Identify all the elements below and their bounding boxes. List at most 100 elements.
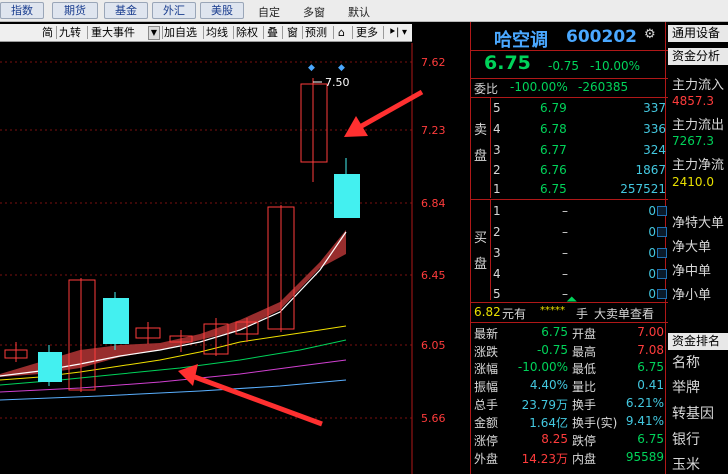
net-item: 净中单 [672, 264, 712, 279]
industry-header[interactable]: 通用设备 [668, 25, 728, 42]
rank-item[interactable]: 转基因 [672, 403, 714, 423]
buy-price: – [562, 204, 568, 218]
sell-price: 6.76 [540, 163, 567, 177]
buy-price: – [562, 267, 568, 281]
big-sell-order-link[interactable]: 大卖单查看 [594, 305, 654, 322]
webi-value: -260385 [578, 80, 629, 94]
buy-level: 3 [493, 246, 501, 260]
scroll-button[interactable] [657, 206, 667, 216]
flow-value: 2410.0 [672, 175, 714, 189]
sell-level: 4 [493, 122, 501, 136]
stat-value: 95589 [625, 450, 664, 464]
flow-value: 4857.3 [672, 94, 714, 108]
stat-label: 涨跌 [474, 345, 499, 359]
stat-value: 9.41% [625, 414, 664, 428]
price-change: -0.75 [548, 59, 580, 73]
buy-level: 5 [493, 287, 501, 301]
price-change-pct: -10.00% [590, 59, 641, 73]
stock-code: 600202 [566, 27, 637, 47]
webi-pct: -100.00% [510, 80, 568, 94]
last-price: 6.75 [484, 52, 531, 74]
sell-price: 6.78 [540, 122, 567, 136]
buy-volume: 0 [648, 246, 656, 260]
diamond-icon: ◆ [338, 63, 345, 73]
sell-volume: 324 [643, 143, 666, 157]
buy-price: – [562, 225, 568, 239]
sell-level: 2 [493, 163, 501, 177]
stat-value: 7.08 [637, 343, 664, 357]
stat-value: 8.25 [541, 432, 568, 446]
stat-label: 内盘 [572, 452, 597, 466]
price-tick: 6.05 [421, 339, 446, 352]
stat-value: -10.00% [517, 360, 568, 374]
stat-label: 涨幅 [474, 362, 499, 376]
settings-icon[interactable]: ⚙ [644, 27, 656, 42]
sell-price: 6.79 [540, 101, 567, 115]
sell-volume: 257521 [620, 182, 666, 196]
net-item: 净特大单 [672, 216, 725, 231]
net-item: 净大单 [672, 240, 712, 255]
fund-analysis-tab[interactable]: 资金分析 [668, 48, 728, 65]
diamond-icon: ◆ [308, 63, 315, 73]
stat-value: 6.75 [637, 432, 664, 446]
stat-label: 振幅 [474, 380, 499, 394]
rank-item[interactable]: 银行 [672, 429, 700, 449]
flow-value: 7267.3 [672, 134, 714, 148]
stat-label: 量比 [572, 380, 597, 394]
stat-value: 6.21% [625, 396, 664, 410]
candle-down [103, 298, 129, 344]
candle-down [334, 174, 360, 218]
stat-label: 最新 [474, 327, 499, 341]
sell-side-label: 卖盘 [474, 123, 488, 164]
sell-price: 6.75 [540, 182, 567, 196]
order-unit: 元有 [502, 307, 527, 321]
stat-label: 最低 [572, 362, 597, 376]
stat-value: 6.75 [637, 360, 664, 374]
rank-header: 名称 [672, 355, 700, 371]
candle-down [38, 352, 62, 382]
stat-value: 4.40% [529, 378, 568, 392]
buy-volume: 0 [648, 267, 656, 281]
high-label: 7.50 [325, 76, 350, 89]
fund-ranking-tab[interactable]: 资金排名 [668, 333, 728, 350]
price-tick: 7.23 [421, 124, 446, 137]
net-item: 净小单 [672, 288, 712, 303]
flow-label: 主力流入 [672, 78, 725, 93]
sell-volume: 336 [643, 122, 666, 136]
stat-label: 跌停 [572, 434, 597, 448]
buy-volume: 0 [648, 287, 656, 301]
stat-value: 23.79万 [521, 398, 568, 412]
buy-level: 2 [493, 225, 501, 239]
buy-price: – [562, 246, 568, 260]
stat-label: 换手 [572, 398, 597, 412]
order-price: 6.82 [474, 305, 501, 319]
scroll-button[interactable] [657, 227, 667, 237]
stat-value: 14.23万 [521, 452, 568, 466]
candlestick-chart[interactable]: 7.62 7.23 6.84 6.45 6.05 5.66 7.50 ◆ ◆ [0, 0, 470, 474]
buy-volume: 0 [648, 204, 656, 218]
sell-price: 6.77 [540, 143, 567, 157]
scroll-button[interactable] [657, 269, 667, 279]
stat-label: 外盘 [474, 452, 499, 466]
sell-volume: 337 [643, 101, 666, 115]
stat-value: 0.41 [637, 378, 664, 392]
stat-label: 金额 [474, 416, 499, 430]
stock-name: 哈空调 [494, 30, 548, 51]
scroll-button[interactable] [657, 248, 667, 258]
scroll-button[interactable] [657, 289, 667, 299]
stat-value: 7.00 [637, 325, 664, 339]
price-tick: 7.62 [421, 56, 446, 69]
candle-up [300, 83, 328, 163]
buy-level: 1 [493, 204, 501, 218]
rank-item[interactable]: 玉米 [672, 454, 700, 474]
stat-label: 涨停 [474, 434, 499, 448]
order-hand: 手 [576, 307, 589, 321]
candle-up [68, 279, 96, 391]
buy-volume: 0 [648, 225, 656, 239]
stat-value: 1.64亿 [529, 416, 568, 430]
stat-label: 总手 [474, 398, 499, 412]
rank-item[interactable]: 举牌 [672, 377, 700, 397]
stat-label: 开盘 [572, 327, 597, 341]
sell-volume: 1867 [635, 163, 666, 177]
price-tick: 6.84 [421, 197, 446, 210]
